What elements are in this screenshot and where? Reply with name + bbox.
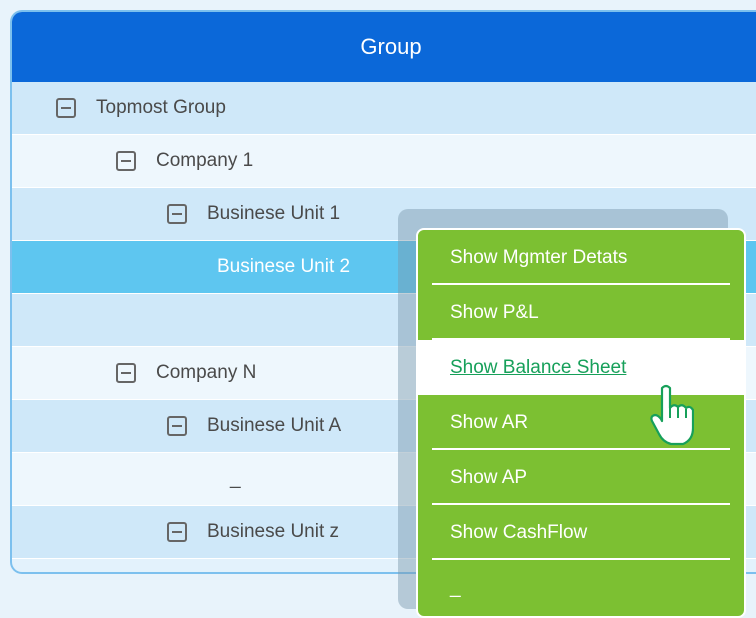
menu-item-label: Show Balance Sheet [450, 356, 627, 378]
menu-item-show-cashflow[interactable]: Show CashFlow [418, 505, 744, 560]
collapse-minus-icon[interactable] [167, 204, 187, 224]
tree-row-company-1[interactable]: Company 1 [12, 135, 756, 188]
menu-item-label: Show AP [450, 466, 528, 488]
hand-pointer-icon [650, 384, 694, 446]
collapse-minus-icon[interactable] [167, 522, 187, 542]
tree-row-topmost-group[interactable]: Topmost Group [12, 82, 756, 135]
menu-item-label: Show Mgmter Detats [450, 246, 628, 268]
tree-row-label: Businese Unit 2 [217, 256, 351, 277]
tree-row-label: Company N [156, 362, 257, 383]
menu-item-more[interactable]: _ [418, 560, 744, 615]
tree-row-label: _ [230, 468, 241, 489]
tree-row-label: Topmost Group [96, 97, 226, 118]
menu-item-show-ar[interactable]: Show AR [418, 395, 744, 450]
tree-header: Group [12, 12, 756, 82]
tree-row-label: Businese Unit A [207, 415, 342, 436]
menu-item-label: Show CashFlow [450, 521, 588, 543]
menu-item-show-mgmt-details[interactable]: Show Mgmter Detats [418, 230, 744, 285]
context-menu: Show Mgmter Detats Show P&L Show Balance… [416, 228, 746, 618]
menu-item-show-pl[interactable]: Show P&L [418, 285, 744, 340]
menu-item-label: Show P&L [450, 301, 539, 323]
menu-item-show-ap[interactable]: Show AP [418, 450, 744, 505]
collapse-minus-icon[interactable] [167, 416, 187, 436]
tree-row-label: Company 1 [156, 150, 254, 171]
tree-header-title: Group [360, 34, 422, 59]
collapse-minus-icon[interactable] [56, 98, 76, 118]
menu-item-label: _ [450, 576, 461, 598]
tree-row-label: Businese Unit 1 [207, 203, 341, 224]
tree-row-label: Businese Unit z [207, 521, 340, 542]
menu-item-label: Show AR [450, 411, 529, 433]
collapse-minus-icon[interactable] [116, 363, 136, 383]
menu-item-show-balance-sheet[interactable]: Show Balance Sheet [418, 340, 744, 395]
collapse-minus-icon[interactable] [116, 151, 136, 171]
